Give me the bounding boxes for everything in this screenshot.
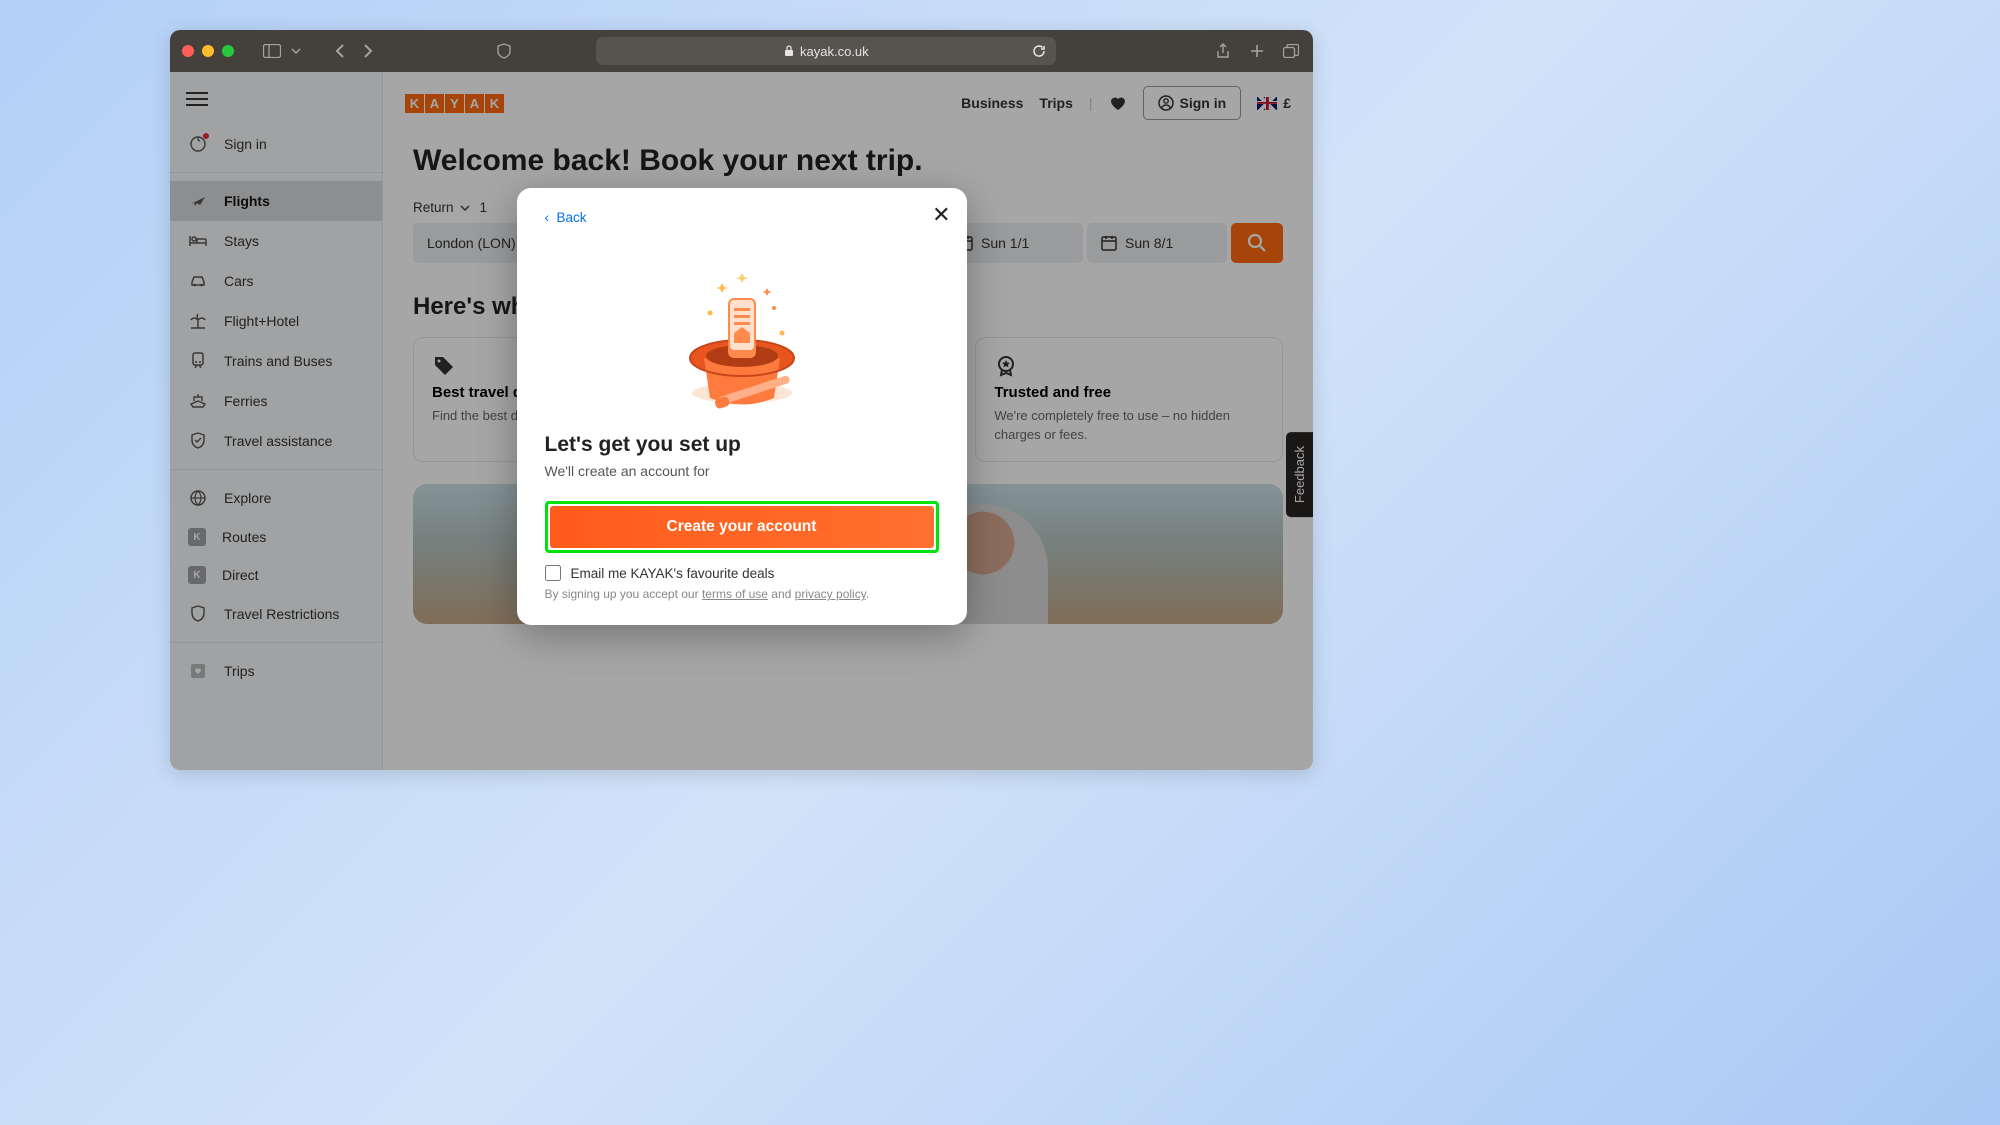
email-deals-checkbox-row[interactable]: Email me KAYAK's favourite deals: [545, 565, 939, 581]
new-tab-icon[interactable]: [1247, 41, 1267, 61]
email-deals-checkbox[interactable]: [545, 565, 561, 581]
browser-window: kayak.co.uk: [170, 30, 1313, 770]
back-link[interactable]: ‹ Back: [545, 210, 939, 225]
close-window-icon[interactable]: [182, 45, 194, 57]
terms-link[interactable]: terms of use: [702, 587, 768, 601]
browser-chrome: kayak.co.uk: [170, 30, 1313, 72]
page-body: Sign in Flights Stays Cars Flight+Hotel: [170, 72, 1313, 770]
url-text: kayak.co.uk: [800, 44, 869, 59]
signup-modal: ✕ ‹ Back: [517, 188, 967, 625]
minimize-window-icon[interactable]: [202, 45, 214, 57]
magic-hat-illustration: [545, 225, 939, 433]
traffic-lights: [182, 45, 234, 57]
cta-highlight: Create your account: [545, 501, 939, 553]
checkbox-label: Email me KAYAK's favourite deals: [571, 566, 775, 581]
back-icon[interactable]: [330, 41, 350, 61]
tabs-icon[interactable]: [1281, 41, 1301, 61]
privacy-link[interactable]: privacy policy: [795, 587, 866, 601]
close-icon[interactable]: ✕: [932, 202, 950, 228]
modal-title: Let's get you set up: [545, 433, 939, 457]
modal-overlay: ✕ ‹ Back: [170, 72, 1313, 770]
forward-icon[interactable]: [358, 41, 378, 61]
modal-subtitle: We'll create an account for: [545, 463, 939, 479]
sidebar-toggle-icon[interactable]: [262, 41, 282, 61]
lock-icon: [784, 45, 794, 57]
shield-icon[interactable]: [494, 41, 514, 61]
url-bar[interactable]: kayak.co.uk: [596, 37, 1056, 65]
share-icon[interactable]: [1213, 41, 1233, 61]
legal-text: By signing up you accept our terms of us…: [545, 587, 939, 601]
maximize-window-icon[interactable]: [222, 45, 234, 57]
chevron-down-icon[interactable]: [290, 41, 302, 61]
create-account-button[interactable]: Create your account: [550, 506, 934, 548]
reload-icon[interactable]: [1032, 44, 1046, 58]
